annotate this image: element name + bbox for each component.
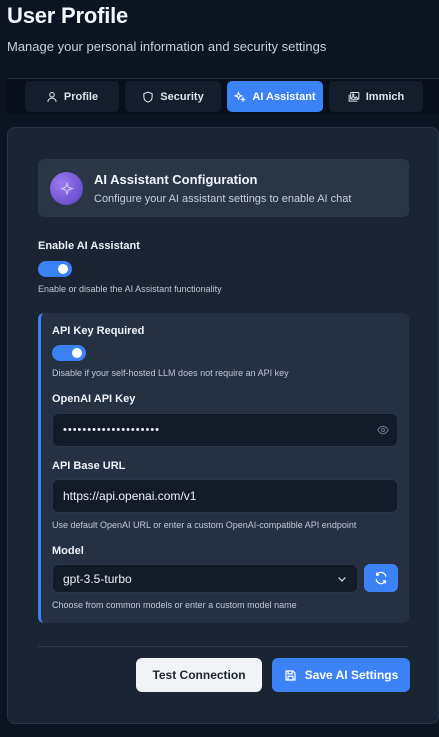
save-icon <box>285 669 296 681</box>
model-select[interactable]: gpt-3.5-turbo <box>52 564 358 593</box>
page-subtitle: Manage your personal information and sec… <box>7 39 327 54</box>
enable-ai-toggle[interactable] <box>38 261 72 277</box>
sparkles-icon <box>234 90 247 102</box>
refresh-icon <box>375 571 387 585</box>
tab-immich[interactable]: Immich <box>329 81 423 112</box>
divider <box>38 646 409 647</box>
openai-key-label: OpenAI API Key <box>52 393 136 405</box>
api-key-required-label: API Key Required <box>52 325 145 337</box>
shield-icon <box>143 91 153 103</box>
images-icon <box>348 91 360 102</box>
enable-ai-hint: Enable or disable the AI Assistant funct… <box>38 284 222 294</box>
api-key-required-toggle[interactable] <box>52 345 86 361</box>
save-ai-settings-button[interactable]: Save AI Settings <box>272 658 410 692</box>
openai-key-field[interactable]: •••••••••••••••••••• <box>52 413 398 447</box>
openai-key-value: •••••••••••••••••••• <box>63 424 161 436</box>
toggle-knob <box>72 348 82 358</box>
banner-description: Configure your AI assistant settings to … <box>94 193 352 205</box>
base-url-value: https://api.openai.com/v1 <box>63 489 197 503</box>
save-ai-settings-label: Save AI Settings <box>304 668 399 682</box>
config-banner <box>38 159 409 217</box>
tab-ai-assistant-label: AI Assistant <box>252 90 316 103</box>
tab-ai-assistant[interactable]: AI Assistant <box>227 81 323 112</box>
tab-security[interactable]: Security <box>125 81 221 112</box>
model-value: gpt-3.5-turbo <box>63 571 132 586</box>
sparkle-icon <box>50 172 83 205</box>
user-icon <box>47 91 57 102</box>
api-key-required-hint: Disable if your self-hosted LLM does not… <box>52 368 289 378</box>
refresh-models-button[interactable] <box>364 564 398 592</box>
tab-immich-label: Immich <box>365 90 405 103</box>
base-url-label: API Base URL <box>52 460 126 472</box>
base-url-field[interactable]: https://api.openai.com/v1 <box>52 479 398 513</box>
model-hint: Choose from common models or enter a cus… <box>52 600 297 610</box>
page-title: User Profile <box>7 3 129 28</box>
base-url-hint: Use default OpenAI URL or enter a custom… <box>52 520 357 530</box>
eye-icon[interactable] <box>377 424 389 436</box>
enable-ai-label: Enable AI Assistant <box>38 240 140 252</box>
test-connection-button[interactable]: Test Connection <box>136 658 262 692</box>
banner-title: AI Assistant Configuration <box>94 172 258 187</box>
toggle-knob <box>58 264 68 274</box>
test-connection-label: Test Connection <box>152 668 246 682</box>
tab-profile[interactable]: Profile <box>25 81 119 112</box>
tab-profile-label: Profile <box>63 90 99 103</box>
chevron-down-icon <box>338 576 346 582</box>
tab-security-label: Security <box>160 90 204 103</box>
model-label: Model <box>52 545 84 557</box>
